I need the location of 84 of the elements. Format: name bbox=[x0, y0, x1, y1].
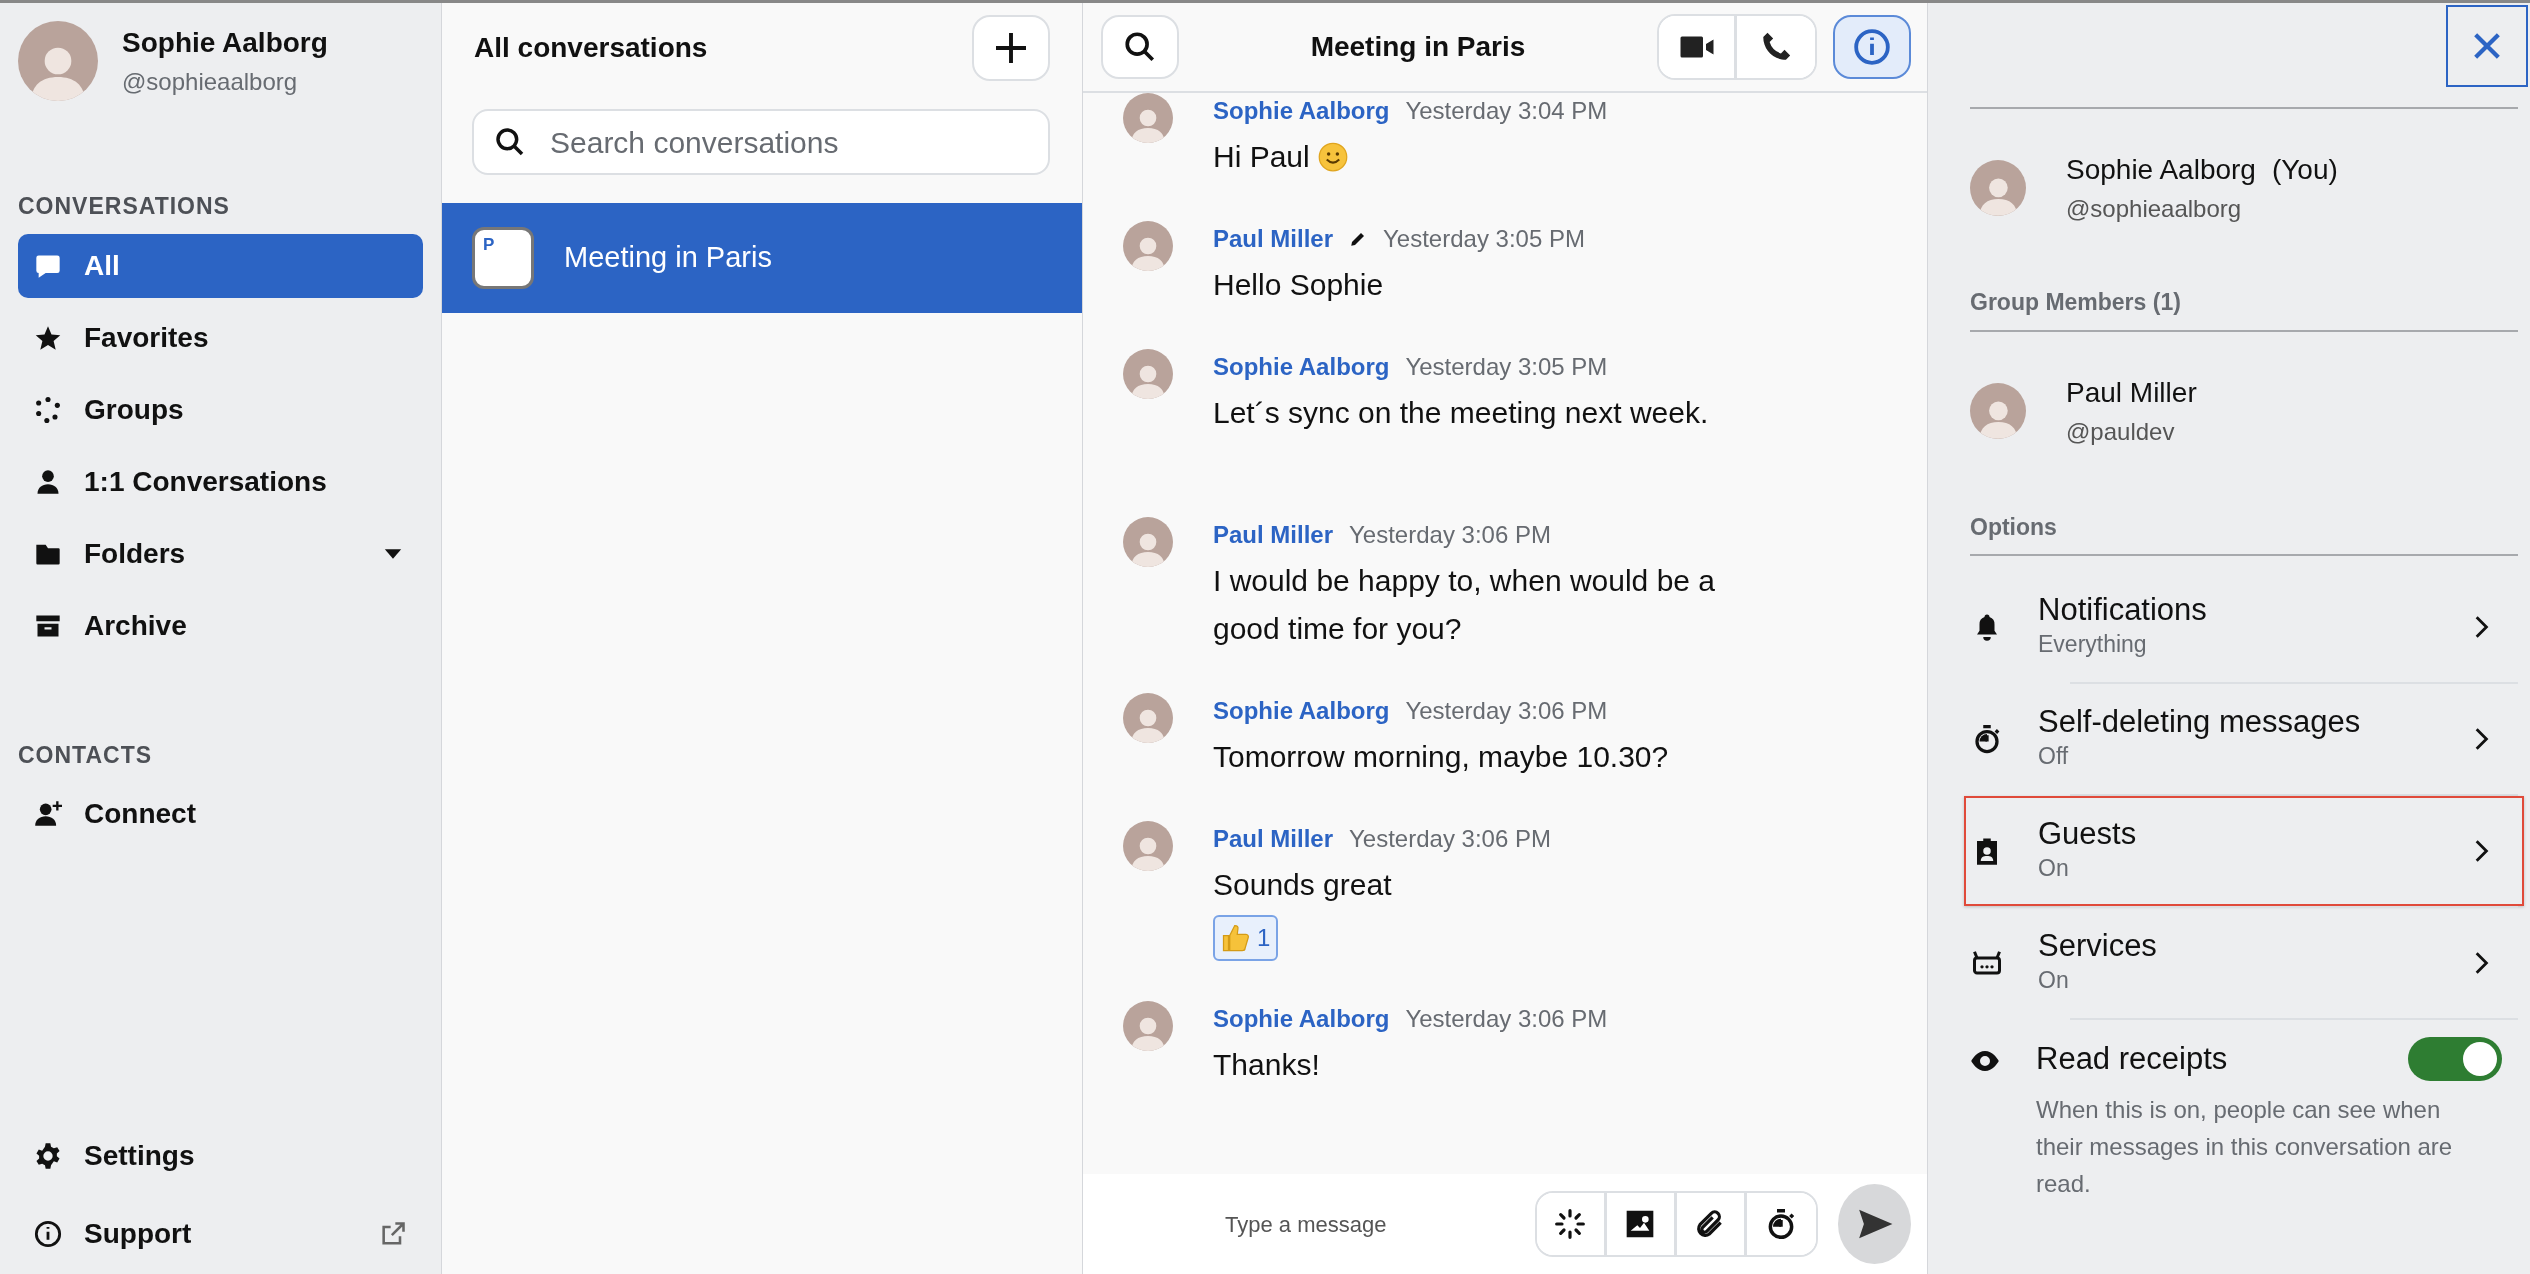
message-time: Yesterday 3:05 PM bbox=[1383, 224, 1585, 254]
info-icon bbox=[1853, 28, 1891, 66]
sidebar-item[interactable]: All bbox=[18, 233, 423, 298]
message-text: Hello Sophie bbox=[1213, 267, 1384, 303]
settings-icon bbox=[34, 1142, 62, 1170]
author-name: Sophie Aalborg bbox=[1213, 1004, 1390, 1034]
sidebar-item[interactable]: Archive bbox=[18, 593, 423, 658]
external-link-icon bbox=[379, 1220, 407, 1248]
new-conversation-button[interactable] bbox=[972, 15, 1050, 81]
member-handle: @pauldev bbox=[2066, 416, 2176, 447]
user-avatar bbox=[1970, 160, 2026, 216]
smiley-icon bbox=[1317, 142, 1348, 172]
plus-icon bbox=[993, 30, 1029, 66]
option-row[interactable]: Notifications Everything bbox=[1964, 572, 2524, 682]
message-time: Yesterday 3:06 PM bbox=[1405, 1004, 1608, 1034]
conversation-title: Meeting in Paris bbox=[1309, 30, 1527, 64]
message-time: Yesterday 3:06 PM bbox=[1349, 520, 1551, 550]
user-name: Sophie Aalborg bbox=[122, 26, 328, 60]
author-name: Paul Miller bbox=[1213, 520, 1334, 550]
author-name: Sophie Aalborg bbox=[1213, 696, 1390, 726]
you-label: (You) bbox=[2271, 153, 2338, 187]
stopwatch-icon bbox=[1972, 724, 2002, 754]
search-icon bbox=[1123, 30, 1157, 64]
author-name: Sophie Aalborg bbox=[1213, 352, 1390, 382]
reaction-button[interactable]: 1 bbox=[1213, 915, 1279, 961]
user-handle: @sophieaalborg bbox=[122, 67, 299, 97]
message-text: Hi Paul bbox=[1213, 139, 1310, 175]
section-heading: CONVERSATIONS bbox=[18, 192, 231, 221]
user-avatar bbox=[1123, 693, 1173, 743]
message-time: Yesterday 3:05 PM bbox=[1405, 352, 1608, 382]
author-name: Sophie Aalborg bbox=[1213, 96, 1390, 126]
member-name: Paul Miller bbox=[2066, 375, 2197, 410]
message-text: Let´s sync on the meeting next week. bbox=[1213, 395, 1709, 431]
user-avatar bbox=[1123, 821, 1173, 871]
sidebar-item[interactable]: Support bbox=[18, 1202, 423, 1266]
author-name: Paul Miller bbox=[1213, 824, 1334, 854]
member-name: Sophie Aalborg bbox=[2066, 153, 2256, 187]
message-time: Yesterday 3:04 PM bbox=[1405, 96, 1608, 126]
video-call-button[interactable] bbox=[1659, 16, 1737, 78]
sparkle-icon bbox=[1554, 1208, 1587, 1240]
author-name: Paul Miller bbox=[1213, 224, 1334, 254]
message-text: Sounds great bbox=[1213, 867, 1392, 903]
section-heading: Group Members (1) bbox=[1970, 288, 2182, 317]
sidebar-item[interactable]: Favorites bbox=[18, 305, 423, 370]
user-avatar bbox=[1123, 349, 1173, 399]
message-text: I would be happy to, when would be a good time for you? bbox=[1213, 563, 1717, 647]
sidebar-item[interactable]: 1:1 Conversations bbox=[18, 449, 423, 514]
search-field[interactable]: Search conversations bbox=[472, 109, 1050, 175]
info-icon bbox=[34, 1220, 62, 1248]
robot-icon bbox=[1972, 948, 2002, 978]
option-row[interactable]: Self-deleting messages Off bbox=[1964, 684, 2524, 794]
section-heading: CONTACTS bbox=[18, 740, 154, 770]
ping-button[interactable] bbox=[1537, 1193, 1607, 1255]
user-avatar bbox=[1123, 93, 1173, 143]
sidebar-item[interactable]: Connect bbox=[18, 782, 423, 846]
user-avatar bbox=[1123, 1001, 1173, 1051]
info-button[interactable] bbox=[1833, 15, 1911, 79]
sidebar-item[interactable]: Folders bbox=[18, 521, 423, 586]
search-button[interactable] bbox=[1101, 15, 1179, 79]
message-text: Thanks! bbox=[1213, 1047, 1320, 1083]
search-input[interactable]: Search conversations bbox=[548, 118, 1028, 166]
thumbs-up-icon bbox=[1221, 923, 1251, 953]
close-button[interactable] bbox=[2446, 5, 2528, 87]
option-title: Read receipts bbox=[2036, 1040, 2228, 1078]
message-text: Tomorrow morning, maybe 10.30? bbox=[1213, 739, 1669, 775]
user-avatar bbox=[1123, 517, 1173, 567]
option-row[interactable]: Guests On bbox=[1964, 796, 2524, 906]
user-avatar bbox=[1123, 221, 1173, 271]
person-plus-icon bbox=[34, 800, 62, 828]
message-time: Yesterday 3:06 PM bbox=[1405, 696, 1608, 726]
conversation-item[interactable]: P Meeting in Paris bbox=[442, 203, 1082, 313]
sidebar-item[interactable]: Groups bbox=[18, 377, 423, 442]
section-heading: Options bbox=[1970, 512, 2058, 542]
sidebar-item[interactable]: Settings bbox=[18, 1124, 423, 1188]
toggle-switch[interactable] bbox=[2408, 1037, 2502, 1082]
message-time: Yesterday 3:06 PM bbox=[1349, 824, 1551, 854]
list-title: All conversations bbox=[474, 31, 708, 65]
groups-icon bbox=[34, 395, 62, 424]
group-avatar: P bbox=[472, 227, 534, 289]
message-input[interactable]: Type a message bbox=[1223, 1206, 1515, 1242]
option-row[interactable]: Services On bbox=[1964, 908, 2524, 1018]
member-handle: @sophieaalborg bbox=[2066, 194, 2243, 224]
search-icon bbox=[494, 126, 526, 158]
option-description: When this is on, people can see when their messages in this conversation are read. bbox=[2036, 1094, 2454, 1199]
